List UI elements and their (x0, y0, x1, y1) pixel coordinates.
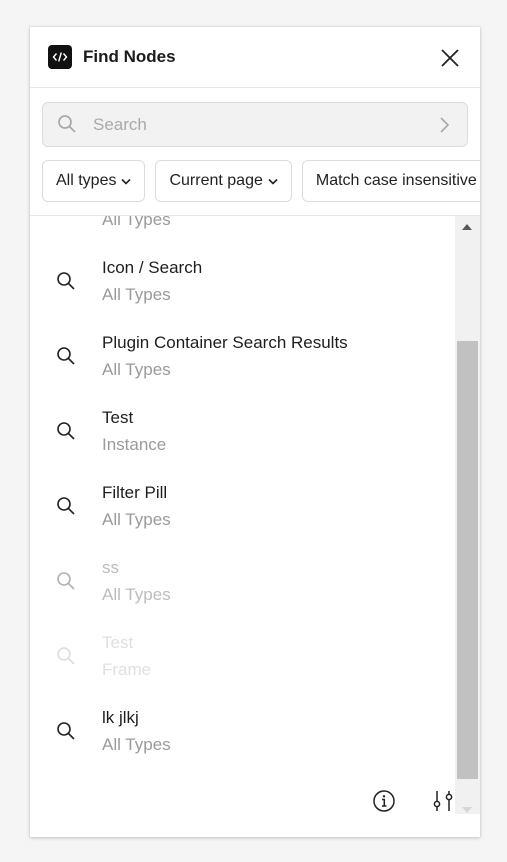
search-input[interactable] (91, 113, 425, 137)
filter-bar: All types Current page Match case insens… (42, 160, 480, 202)
result-name: Plugin Container Search Results (102, 333, 348, 352)
filter-scope-label: Current page (169, 172, 263, 189)
search-icon (57, 497, 75, 515)
search-submit-chevron-icon[interactable] (437, 115, 451, 140)
search-box (42, 102, 468, 147)
search-icon (57, 114, 77, 139)
code-brackets-icon (48, 45, 72, 69)
result-type: All Types (102, 585, 171, 604)
result-item[interactable]: Icon / Search All Types (30, 243, 455, 318)
result-item[interactable]: Plugin Container Search Results All Type… (30, 318, 455, 393)
search-icon (57, 422, 75, 440)
scroll-down-arrow-icon[interactable] (461, 806, 473, 814)
result-name: ss (102, 558, 119, 577)
panel-header: Find Nodes (30, 27, 480, 88)
search-icon (57, 647, 75, 665)
result-item[interactable]: Test Frame (30, 618, 455, 693)
search-icon (57, 347, 75, 365)
results-scrollbar[interactable] (455, 216, 480, 814)
result-name: Filter Pill (102, 483, 168, 502)
result-name: Icon / Search (102, 258, 203, 277)
filter-case-dropdown[interactable]: Match case insensitive (301, 160, 480, 202)
info-icon (373, 790, 395, 812)
results-list: All Types Icon / Search All Types Plugin… (30, 216, 455, 776)
chevron-down-icon (121, 178, 132, 185)
result-item[interactable]: Filter Pill All Types (30, 468, 455, 543)
settings-button[interactable] (431, 789, 455, 818)
result-name: Test (102, 408, 134, 427)
panel-footer (30, 777, 455, 837)
scroll-up-arrow-icon[interactable] (461, 223, 473, 231)
scrollbar-thumb[interactable] (457, 341, 478, 779)
result-item[interactable]: lk jlkj All Types (30, 693, 455, 768)
close-icon (441, 49, 459, 67)
filter-types-label: All types (56, 172, 117, 189)
result-type: All Types (102, 285, 171, 304)
filter-types-dropdown[interactable]: All types (42, 160, 146, 202)
result-item[interactable]: All Types (30, 216, 455, 243)
result-type: Instance (102, 435, 167, 454)
result-type: All Types (102, 510, 171, 529)
result-type: All Types (102, 216, 171, 229)
info-button[interactable] (372, 789, 396, 818)
search-icon (57, 722, 75, 740)
result-item[interactable]: ss All Types (30, 543, 455, 618)
close-button[interactable] (435, 43, 465, 73)
find-nodes-panel: Find Nodes All types Current (30, 27, 480, 837)
result-name: Test (102, 633, 134, 652)
result-type: All Types (102, 360, 171, 379)
result-item[interactable]: Test Instance (30, 393, 455, 468)
result-type: All Types (102, 735, 171, 754)
panel-title: Find Nodes (83, 47, 176, 66)
filter-case-label: Match case insensitive (315, 172, 477, 189)
result-name: lk jlkj (102, 708, 139, 727)
search-icon (57, 572, 75, 590)
result-type: Frame (102, 660, 152, 679)
search-icon (57, 272, 75, 290)
filter-scope-dropdown[interactable]: Current page (155, 160, 292, 202)
sliders-icon (433, 791, 453, 811)
chevron-down-icon (268, 178, 278, 185)
